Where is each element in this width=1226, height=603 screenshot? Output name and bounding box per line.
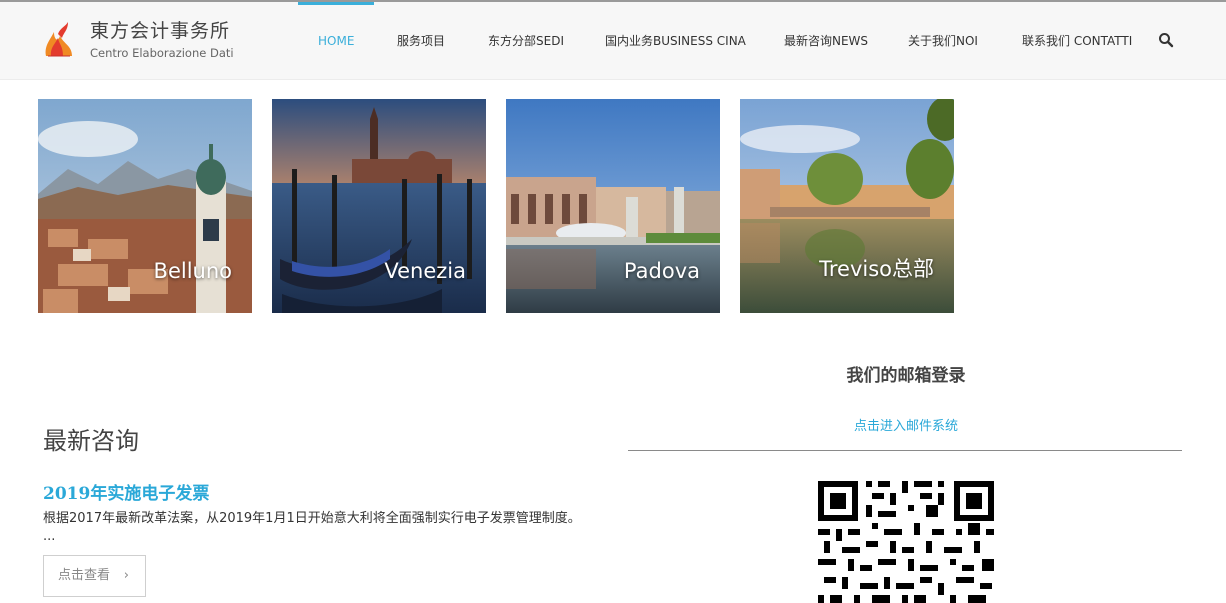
nav-about[interactable]: 关于我们NOI <box>908 31 978 51</box>
chevron-right-icon: › <box>123 568 129 583</box>
search-icon[interactable] <box>1158 32 1174 48</box>
nav-home[interactable]: HOME <box>318 31 354 51</box>
city-label: Belluno <box>153 259 232 283</box>
read-more-button[interactable]: 点击查看 › <box>43 555 146 597</box>
city-tile-treviso[interactable]: Treviso总部 <box>740 99 954 313</box>
city-label: Venezia <box>384 259 466 283</box>
news-article-title[interactable]: 2019年实施电子发票 <box>43 479 209 504</box>
nav-active-indicator <box>298 2 374 5</box>
nav-branches[interactable]: 东方分部SEDI <box>488 31 564 51</box>
logo-flame-icon[interactable] <box>42 22 76 58</box>
news-article-excerpt: 根据2017年最新改革法案，从2019年1月1日开始意大利将全面强制实行电子发票… <box>43 511 581 544</box>
nav-services[interactable]: 服务项目 <box>397 31 445 51</box>
qr-code-icon <box>818 481 994 603</box>
brand-subtitle: Centro Elaborazione Dati <box>90 46 234 60</box>
city-label: Padova <box>623 259 700 283</box>
mail-login-heading: 我们的邮箱登录 <box>846 366 966 386</box>
city-tile-belluno[interactable]: Belluno <box>38 99 252 313</box>
nav-business-china[interactable]: 国内业务BUSINESS CINA <box>605 31 746 51</box>
mail-system-link[interactable]: 点击进入邮件系统 <box>628 415 1184 434</box>
city-tile-padova[interactable]: Padova <box>506 99 720 313</box>
divider <box>628 450 1182 451</box>
nav-contact[interactable]: 联系我们 CONTATTI <box>1022 31 1132 51</box>
city-label: Treviso总部 <box>819 257 934 281</box>
brand-title[interactable]: 東方会计事务所 <box>90 16 230 43</box>
read-more-label: 点击查看 <box>58 568 111 583</box>
nav-news[interactable]: 最新咨询NEWS <box>784 31 868 51</box>
news-section-heading: 最新咨询 <box>43 427 139 455</box>
site-header: 東方会计事务所 Centro Elaborazione Dati HOME 服务… <box>0 2 1226 80</box>
city-tile-venezia[interactable]: Venezia <box>272 99 486 313</box>
